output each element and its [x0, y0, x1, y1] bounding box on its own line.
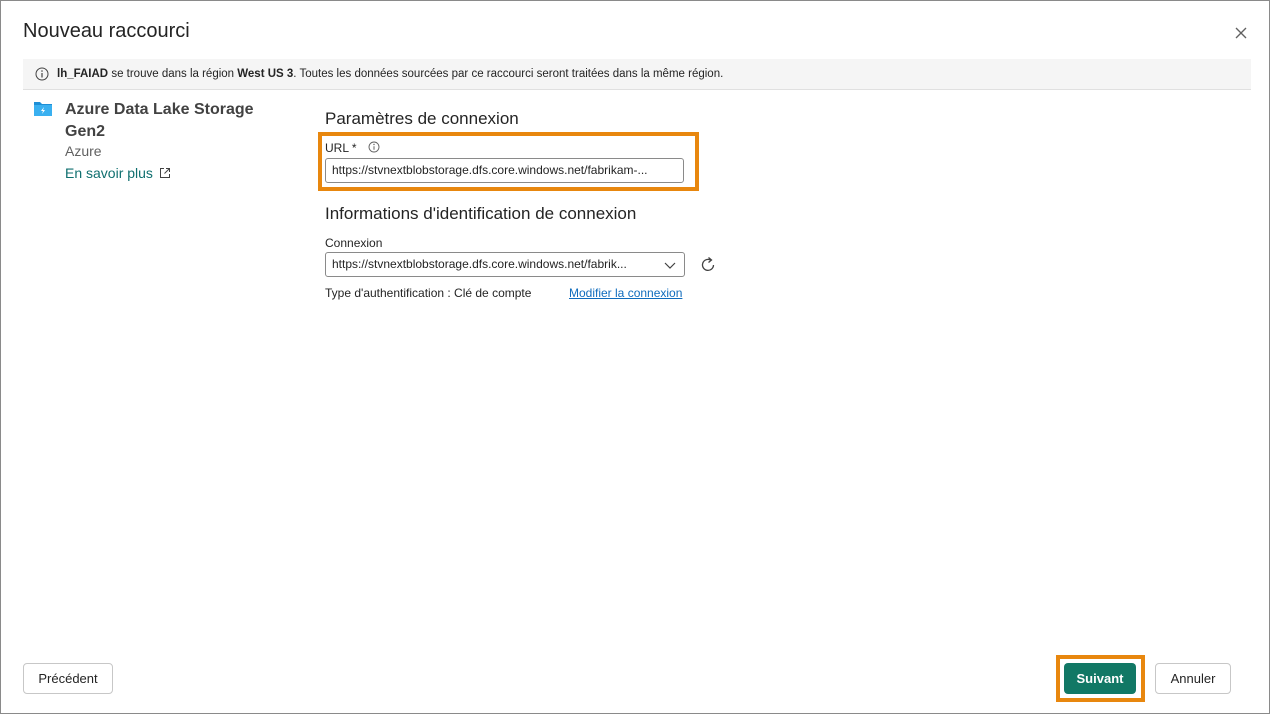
- url-label: URL *: [325, 141, 357, 155]
- connection-label: Connexion: [325, 236, 383, 250]
- credentials-heading: Informations d'identification de connexi…: [325, 204, 637, 223]
- banner-text-2: . Toutes les données sourcées par ce rac…: [293, 68, 724, 80]
- close-icon[interactable]: [1231, 23, 1251, 43]
- connection-value: https://stvnextblobstorage.dfs.core.wind…: [332, 257, 627, 271]
- modify-connection-link[interactable]: Modifier la connexion: [569, 286, 682, 300]
- refresh-icon[interactable]: [698, 255, 718, 275]
- url-label-text: URL: [325, 141, 349, 155]
- info-icon: [35, 67, 49, 81]
- url-input[interactable]: https://stvnextblobstorage.dfs.core.wind…: [325, 158, 684, 183]
- learn-more-link[interactable]: En savoir plus: [65, 165, 171, 181]
- learn-more-label: En savoir plus: [65, 165, 153, 181]
- lakehouse-name: lh_FAIAD: [57, 68, 109, 80]
- connection-dropdown[interactable]: https://stvnextblobstorage.dfs.core.wind…: [325, 252, 685, 277]
- required-marker: *: [351, 141, 357, 155]
- next-button[interactable]: Suivant: [1064, 663, 1136, 694]
- source-category: Azure: [65, 143, 102, 159]
- source-name: Azure Data Lake Storage Gen2: [65, 101, 254, 140]
- banner-text-1: se trouve dans la région: [108, 68, 238, 80]
- new-shortcut-dialog: Nouveau raccourci lh_FAIAD se trouve dan…: [0, 0, 1270, 714]
- chevron-down-icon: [664, 262, 676, 269]
- auth-type-text: Type d'authentification : Clé de compte: [325, 286, 532, 300]
- previous-button[interactable]: Précédent: [23, 663, 113, 694]
- region-name: West US 3: [237, 68, 294, 80]
- region-info-banner: lh_FAIAD se trouve dans la région West U…: [23, 59, 1251, 90]
- url-info-icon[interactable]: [368, 141, 380, 153]
- external-link-icon: [159, 168, 170, 178]
- connection-settings-heading: Paramètres de connexion: [325, 109, 519, 128]
- cancel-button[interactable]: Annuler: [1155, 663, 1231, 694]
- azure-data-lake-icon: [34, 102, 52, 116]
- dialog-title: Nouveau raccourci: [23, 20, 190, 42]
